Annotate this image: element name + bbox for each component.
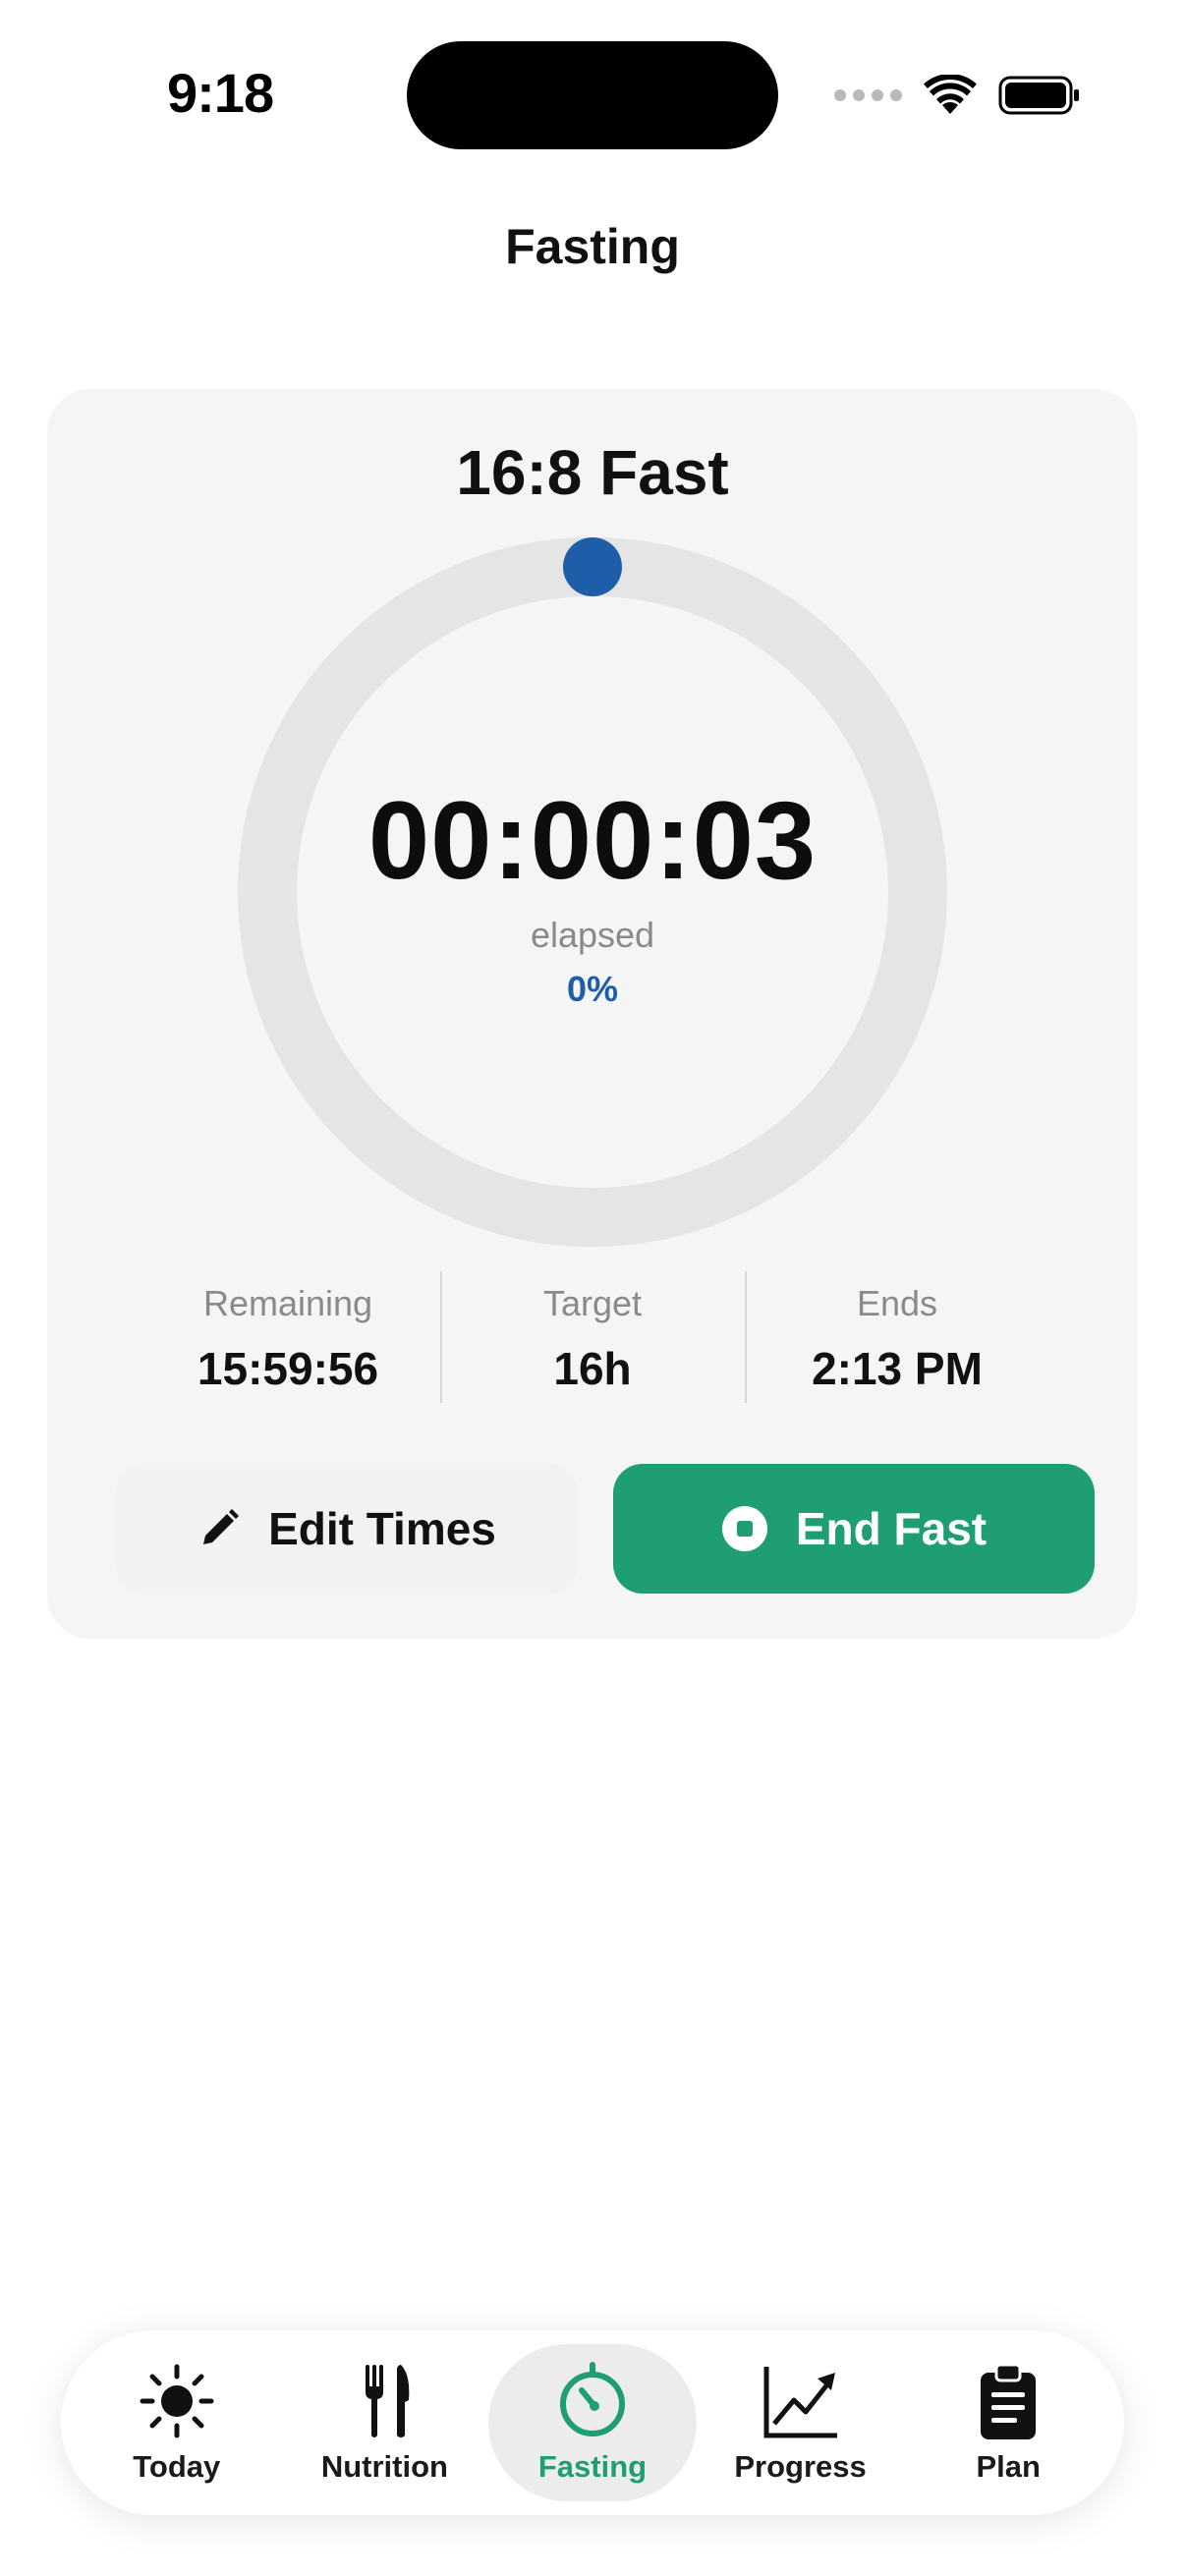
tab-fasting[interactable]: Fasting bbox=[488, 2344, 697, 2501]
fast-stats: Remaining 15:59:56 Target 16h Ends 2:13 … bbox=[136, 1271, 1049, 1403]
tab-plan[interactable]: Plan bbox=[904, 2344, 1112, 2501]
end-fast-label: End Fast bbox=[795, 1503, 988, 1554]
timer-icon bbox=[559, 2362, 625, 2436]
clipboard-icon bbox=[981, 2363, 1037, 2439]
page-title: Fasting bbox=[505, 219, 680, 274]
cellular-signal-icon bbox=[834, 89, 902, 101]
chart-line-icon bbox=[763, 2367, 837, 2438]
status-indicators bbox=[834, 71, 1081, 120]
tab-progress[interactable]: Progress bbox=[697, 2344, 905, 2501]
dynamic-island bbox=[407, 41, 778, 149]
elapsed-timer: 00:00:03 bbox=[367, 779, 818, 902]
stat-label: Remaining bbox=[202, 1283, 373, 1323]
stat-value: 16h bbox=[553, 1343, 632, 1394]
tab-label: Fasting bbox=[537, 2449, 648, 2484]
stat-label: Target bbox=[542, 1283, 643, 1323]
stat-target: Target 16h bbox=[440, 1271, 745, 1403]
progress-ring-knob bbox=[563, 537, 622, 596]
tab-nutrition[interactable]: Nutrition bbox=[281, 2344, 489, 2501]
tab-label: Progress bbox=[734, 2449, 867, 2484]
stat-remaining: Remaining 15:59:56 bbox=[136, 1271, 440, 1403]
stat-label: Ends bbox=[856, 1283, 938, 1323]
pencil-icon bbox=[203, 1509, 240, 1544]
fast-plan-name: 16:8 Fast bbox=[456, 437, 729, 508]
tab-label: Nutrition bbox=[320, 2449, 448, 2484]
end-fast-button[interactable]: End Fast bbox=[613, 1464, 1095, 1594]
fasting-screen: 9:18 Fasting 16:8 Fast 00:00:03 elapsed … bbox=[0, 0, 1185, 2576]
tab-bar: Today Nutrition Fasting Progress Plan bbox=[61, 2330, 1124, 2515]
stat-value: 2:13 PM bbox=[812, 1343, 983, 1394]
battery-icon bbox=[998, 76, 1079, 115]
stop-circle-icon bbox=[721, 1506, 767, 1551]
fork-knife-icon bbox=[366, 2365, 410, 2437]
sun-icon bbox=[140, 2364, 214, 2438]
stat-ends: Ends 2:13 PM bbox=[745, 1271, 1049, 1403]
status-time: 9:18 bbox=[167, 62, 274, 124]
progress-percent: 0% bbox=[566, 969, 619, 1009]
tab-today[interactable]: Today bbox=[73, 2344, 281, 2501]
tab-label: Today bbox=[133, 2449, 221, 2484]
wifi-icon bbox=[924, 75, 977, 114]
edit-times-label: Edit Times bbox=[268, 1503, 496, 1554]
elapsed-label: elapsed bbox=[530, 915, 655, 955]
stat-value: 15:59:56 bbox=[197, 1343, 379, 1394]
fast-card: 16:8 Fast 00:00:03 elapsed 0% Remaining … bbox=[47, 389, 1138, 1639]
edit-times-button[interactable]: Edit Times bbox=[116, 1464, 578, 1594]
tab-label: Plan bbox=[976, 2449, 1041, 2484]
